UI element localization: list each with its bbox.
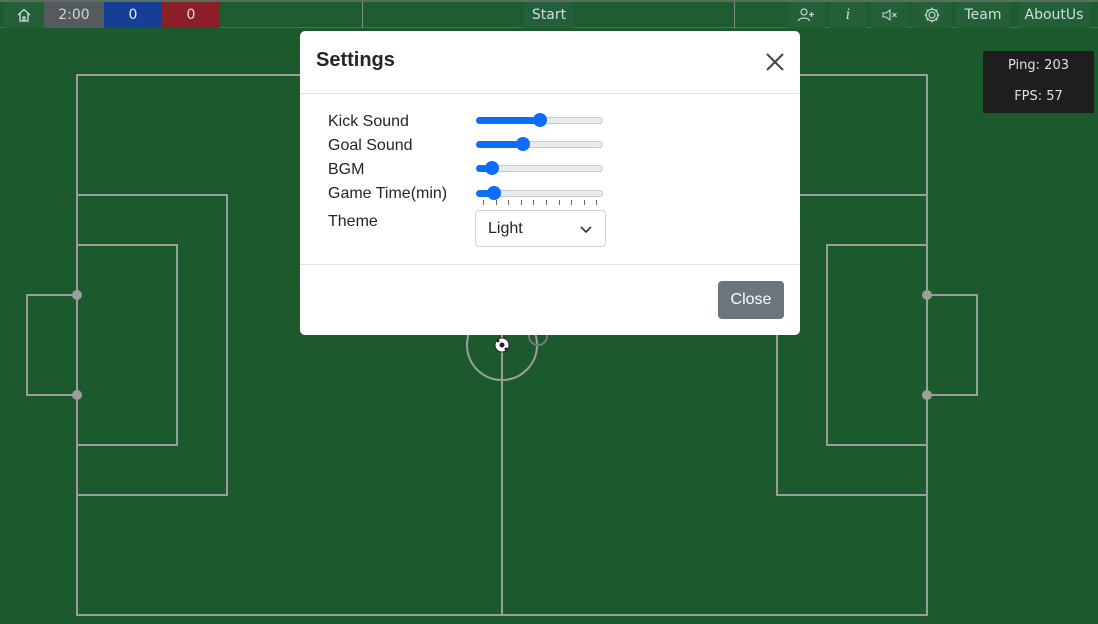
divider bbox=[362, 2, 363, 28]
blue-team-score: 0 bbox=[104, 2, 162, 28]
slider-thumb[interactable] bbox=[532, 113, 547, 127]
theme-select[interactable]: Light bbox=[475, 210, 606, 247]
slider-thumb[interactable] bbox=[515, 137, 530, 151]
slider-thumb[interactable] bbox=[487, 186, 502, 200]
left-post-bottom bbox=[72, 390, 82, 400]
team-link[interactable]: Team bbox=[956, 2, 1010, 28]
tick-mark bbox=[533, 200, 535, 205]
right-post-top bbox=[922, 290, 932, 300]
kick-sound-label: Kick Sound bbox=[328, 113, 409, 130]
right-post-bottom bbox=[922, 390, 932, 400]
goal-sound-label: Goal Sound bbox=[328, 137, 413, 154]
game-time-label: Game Time(min) bbox=[328, 185, 448, 202]
top-bar: 2:00 0 0 Start i Team AboutUs bbox=[0, 0, 1098, 28]
fps-readout: FPS: 57 bbox=[1014, 89, 1063, 104]
theme-select-value: Light bbox=[488, 220, 523, 237]
home-button[interactable] bbox=[4, 2, 44, 28]
bgm-slider[interactable] bbox=[476, 160, 603, 176]
divider bbox=[300, 93, 800, 94]
tick-mark bbox=[508, 200, 510, 205]
start-button[interactable]: Start bbox=[524, 2, 574, 28]
game-time-slider[interactable] bbox=[476, 185, 603, 201]
info-button[interactable]: i bbox=[829, 2, 867, 28]
slider-thumb[interactable] bbox=[485, 161, 500, 175]
divider bbox=[300, 264, 800, 265]
add-user-button[interactable] bbox=[787, 2, 825, 28]
tick-mark bbox=[495, 200, 497, 205]
modal-title: Settings bbox=[316, 49, 395, 71]
settings-button[interactable] bbox=[913, 2, 951, 28]
bgm-label: BGM bbox=[328, 161, 365, 178]
tick-mark bbox=[583, 200, 585, 205]
add-user-icon bbox=[797, 8, 814, 22]
info-icon: i bbox=[845, 7, 851, 23]
mute-button[interactable] bbox=[871, 2, 909, 28]
home-icon bbox=[17, 8, 31, 22]
chevron-down-icon bbox=[580, 226, 592, 234]
ping-readout: Ping: 203 bbox=[1008, 58, 1069, 73]
close-button[interactable]: Close bbox=[718, 281, 784, 319]
mute-icon bbox=[882, 8, 897, 22]
left-post-top bbox=[72, 290, 82, 300]
tick-mark bbox=[483, 200, 484, 205]
game-time-ticks bbox=[483, 200, 598, 206]
divider bbox=[734, 2, 735, 28]
about-us-link[interactable]: AboutUs bbox=[1018, 2, 1090, 28]
tick-mark bbox=[520, 200, 522, 205]
network-stats: Ping: 203 FPS: 57 bbox=[983, 51, 1094, 113]
modal-close-button[interactable] bbox=[762, 49, 788, 75]
game-timer: 2:00 bbox=[44, 2, 104, 28]
tick-mark bbox=[596, 200, 598, 205]
tick-mark bbox=[571, 200, 573, 205]
goal-sound-slider[interactable] bbox=[476, 136, 603, 152]
close-icon bbox=[766, 53, 784, 71]
theme-label: Theme bbox=[328, 213, 378, 230]
red-team-score: 0 bbox=[162, 2, 220, 28]
tick-mark bbox=[546, 200, 547, 205]
gear-icon bbox=[924, 7, 940, 23]
ball-icon bbox=[494, 337, 510, 353]
settings-modal: Settings Kick Sound Goal Sound BGM Game … bbox=[300, 31, 800, 335]
kick-sound-slider[interactable] bbox=[476, 112, 603, 128]
tick-mark bbox=[558, 200, 560, 205]
